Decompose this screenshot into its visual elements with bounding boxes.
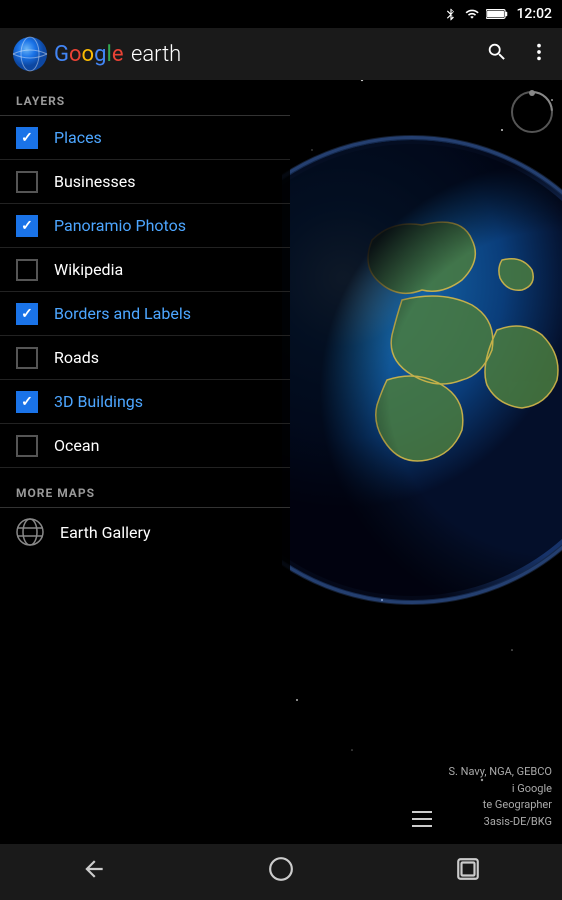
- more-maps-section-header: MORE MAPS: [0, 472, 290, 508]
- time-display: 12:02: [516, 6, 552, 22]
- earth-globe: [282, 60, 562, 680]
- back-icon: [81, 856, 107, 882]
- status-bar: 12:02: [0, 0, 562, 28]
- borders-checkbox[interactable]: [16, 303, 38, 325]
- recents-icon: [455, 856, 481, 882]
- status-icons: 12:02: [444, 6, 552, 22]
- app-icon: [12, 36, 48, 72]
- layer-item-businesses[interactable]: Businesses: [0, 160, 290, 204]
- sidebar-panel: LAYERS Places Businesses Panoramio Photo…: [0, 80, 290, 840]
- layer-item-roads[interactable]: Roads: [0, 336, 290, 380]
- home-icon: [268, 856, 294, 882]
- back-button[interactable]: [61, 848, 127, 897]
- layer-item-ocean[interactable]: Ocean: [0, 424, 290, 468]
- top-bar-actions: [486, 41, 550, 67]
- 3d-buildings-label: 3D Buildings: [54, 392, 143, 411]
- places-checkbox[interactable]: [16, 127, 38, 149]
- app-logo: Google earth: [12, 36, 486, 72]
- earth-gallery-label: Earth Gallery: [60, 523, 151, 542]
- borders-label: Borders and Labels: [54, 304, 191, 323]
- bottom-nav-bar: [0, 844, 562, 900]
- businesses-label: Businesses: [54, 172, 136, 191]
- bluetooth-icon: [444, 7, 458, 21]
- wikipedia-label: Wikipedia: [54, 260, 123, 279]
- earth-gallery-item[interactable]: Earth Gallery: [0, 508, 290, 556]
- 3d-buildings-checkbox[interactable]: [16, 391, 38, 413]
- recents-button[interactable]: [435, 848, 501, 897]
- layer-item-borders[interactable]: Borders and Labels: [0, 292, 290, 336]
- attribution-text: S. Navy, NGA, GEBCO i Google te Geograph…: [449, 764, 553, 830]
- home-button[interactable]: [248, 848, 314, 897]
- more-icon: [528, 41, 550, 63]
- menu-icon: [412, 811, 432, 832]
- search-icon: [486, 41, 508, 63]
- more-maps-label: MORE MAPS: [16, 486, 95, 500]
- globe-icon: [16, 518, 44, 546]
- more-button[interactable]: [528, 41, 550, 67]
- battery-icon: [486, 8, 508, 20]
- roads-checkbox[interactable]: [16, 347, 38, 369]
- panoramio-checkbox[interactable]: [16, 215, 38, 237]
- top-bar: Google earth: [0, 28, 562, 80]
- layer-item-wikipedia[interactable]: Wikipedia: [0, 248, 290, 292]
- layers-label: LAYERS: [16, 94, 65, 108]
- wifi-icon: [464, 7, 480, 21]
- app-name-label: Google earth: [54, 42, 181, 67]
- places-label: Places: [54, 128, 102, 147]
- compass-indicator: [510, 90, 554, 134]
- wikipedia-checkbox[interactable]: [16, 259, 38, 281]
- ocean-checkbox[interactable]: [16, 435, 38, 457]
- layer-item-3d-buildings[interactable]: 3D Buildings: [0, 380, 290, 424]
- businesses-checkbox[interactable]: [16, 171, 38, 193]
- roads-label: Roads: [54, 348, 99, 367]
- ocean-label: Ocean: [54, 436, 99, 455]
- layer-item-panoramio[interactable]: Panoramio Photos: [0, 204, 290, 248]
- layers-section-header: LAYERS: [0, 80, 290, 116]
- layer-item-places[interactable]: Places: [0, 116, 290, 160]
- search-button[interactable]: [486, 41, 508, 67]
- panoramio-label: Panoramio Photos: [54, 216, 186, 235]
